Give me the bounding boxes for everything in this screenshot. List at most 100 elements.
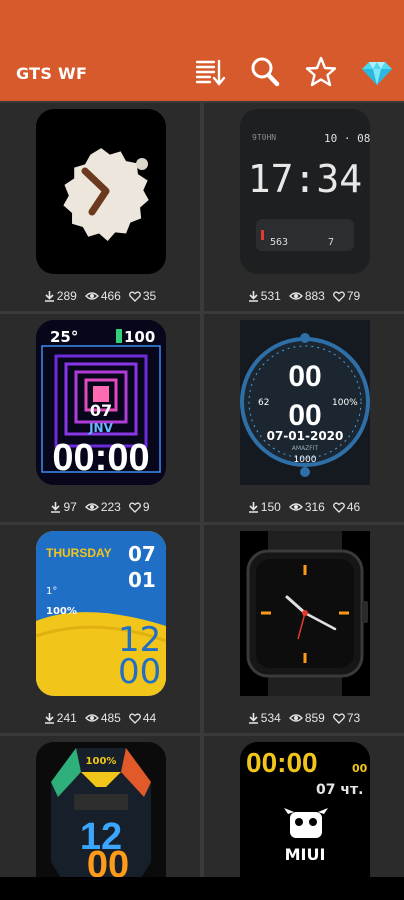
likes-stat: 79 (332, 289, 361, 303)
downloads-stat: 97 (50, 500, 77, 514)
heart-icon (332, 712, 345, 724)
likes-count: 79 (346, 289, 361, 303)
svg-text:07-01-2020: 07-01-2020 (267, 429, 344, 443)
watchface-preview-5: THURSDAY 07 01 1° 100% 12 00 (36, 531, 166, 696)
views-count: 859 (304, 711, 325, 725)
download-icon (44, 290, 54, 302)
downloads-count: 531 (260, 289, 281, 303)
svg-text:100%: 100% (86, 756, 117, 767)
watchface-card[interactable]: THURSDAY 07 01 1° 100% 12 00 241 485 44 (0, 525, 200, 733)
app-bar: GTS WF (0, 0, 404, 101)
star-icon (305, 56, 337, 87)
stats-row: 531 883 79 (204, 289, 404, 303)
svg-text:AMAZFIT: AMAZFIT (292, 445, 319, 452)
likes-count: 46 (346, 500, 361, 514)
svg-text:100%: 100% (332, 398, 358, 408)
favorites-button[interactable] (303, 54, 339, 90)
watchface-preview-8: 00:00 00 07 чт. MIUI (240, 742, 370, 877)
downloads-count: 289 (56, 289, 77, 303)
likes-stat: 35 (128, 289, 156, 303)
downloads-stat: 531 (248, 289, 281, 303)
views-stat: 883 (288, 289, 325, 303)
views-count: 485 (100, 711, 121, 725)
views-stat: 859 (288, 711, 325, 725)
app-title: GTS WF (16, 64, 88, 83)
svg-text:00: 00 (288, 399, 321, 432)
watchface-card[interactable]: 9T0HN 10 · 08 17:34 563 7 531 883 79 (204, 103, 404, 311)
svg-text:00: 00 (288, 360, 321, 393)
watchface-thumbnail[interactable]: 00:00 00 07 чт. MIUI (240, 742, 370, 877)
likes-stat: 44 (128, 711, 157, 725)
views-stat: 466 (84, 289, 121, 303)
watchface-thumbnail[interactable]: THURSDAY 07 01 1° 100% 12 00 (36, 531, 166, 696)
watchface-card[interactable]: 25° 100 07 JNV 00:00 97 223 9 (0, 314, 200, 522)
app-root: GTS WF 289 466 35 9T0HN 10 · 08 17:34 56… (0, 0, 404, 900)
diamond-icon (362, 62, 392, 85)
downloads-stat: 289 (44, 289, 77, 303)
watchface-card[interactable]: 00 00 62 100% 07-01-2020 AMAZFIT 1000 15… (204, 314, 404, 522)
watchface-preview-1 (63, 148, 149, 242)
watchface-thumbnail[interactable]: 9T0HN 10 · 08 17:34 563 7 (240, 109, 370, 274)
likes-count: 44 (142, 711, 157, 725)
watchface-card[interactable]: 289 466 35 (0, 103, 200, 311)
watchface-preview-3: 25° 100 07 JNV 00:00 (36, 320, 166, 485)
svg-text:17:34: 17:34 (248, 157, 362, 201)
stats-row: 97 223 9 (0, 500, 200, 514)
likes-count: 73 (346, 711, 361, 725)
eye-icon (84, 292, 99, 300)
svg-text:00:00: 00:00 (52, 437, 149, 479)
stats-row: 534 859 73 (204, 711, 404, 725)
downloads-stat: 241 (44, 711, 77, 725)
svg-text:1000: 1000 (294, 455, 317, 465)
watchface-thumbnail[interactable] (36, 109, 166, 274)
svg-text:00: 00 (87, 844, 129, 877)
eye-icon (84, 503, 99, 511)
svg-text:01: 01 (128, 568, 156, 592)
watchface-preview-7: 100% 12 00 (36, 742, 166, 877)
sort-download-button[interactable] (192, 54, 228, 90)
heart-icon (128, 501, 141, 513)
svg-text:07: 07 (128, 542, 156, 566)
svg-text:100: 100 (124, 328, 155, 346)
svg-text:00: 00 (352, 762, 368, 775)
download-icon (248, 290, 258, 302)
heart-icon (332, 501, 345, 513)
svg-text:563: 563 (270, 237, 288, 248)
watchface-grid[interactable]: 289 466 35 9T0HN 10 · 08 17:34 563 7 531… (0, 101, 404, 877)
downloads-stat: 534 (248, 711, 281, 725)
watchface-thumbnail[interactable]: 25° 100 07 JNV 00:00 (36, 320, 166, 485)
watchface-thumbnail[interactable]: 00 00 62 100% 07-01-2020 AMAZFIT 1000 (240, 320, 370, 485)
views-count: 466 (100, 289, 121, 303)
likes-stat: 9 (128, 500, 150, 514)
downloads-count: 534 (260, 711, 281, 725)
svg-text:JNV: JNV (88, 421, 114, 435)
premium-button[interactable] (359, 54, 395, 90)
svg-text:100%: 100% (46, 606, 77, 617)
likes-stat: 73 (332, 711, 361, 725)
svg-text:07: 07 (90, 401, 112, 420)
system-nav-bar (0, 877, 404, 900)
watchface-thumbnail[interactable]: 100% 12 00 (36, 742, 166, 877)
search-button[interactable] (247, 54, 283, 90)
views-stat: 316 (288, 500, 325, 514)
watchface-preview-2: 9T0HN 10 · 08 17:34 563 7 (240, 109, 370, 274)
svg-text:62: 62 (258, 398, 269, 408)
watchface-preview-6 (240, 531, 370, 696)
watchface-card[interactable]: 534 859 73 (204, 525, 404, 733)
svg-text:7: 7 (328, 237, 334, 248)
watchface-card[interactable]: 00:00 00 07 чт. MIUI (204, 736, 404, 877)
stats-row: 150 316 46 (204, 500, 404, 514)
svg-text:THURSDAY: THURSDAY (46, 546, 112, 560)
eye-icon (288, 503, 303, 511)
likes-stat: 46 (332, 500, 361, 514)
downloads-count: 150 (260, 500, 281, 514)
heart-icon (128, 712, 141, 724)
watchface-thumbnail[interactable] (240, 531, 370, 696)
svg-text:07 чт.: 07 чт. (316, 782, 363, 798)
svg-text:00:00: 00:00 (246, 747, 318, 778)
svg-text:MIUI: MIUI (285, 845, 326, 864)
download-icon (248, 712, 258, 724)
views-count: 316 (304, 500, 325, 514)
watchface-card[interactable]: 100% 12 00 (0, 736, 200, 877)
svg-text:25°: 25° (50, 328, 78, 346)
